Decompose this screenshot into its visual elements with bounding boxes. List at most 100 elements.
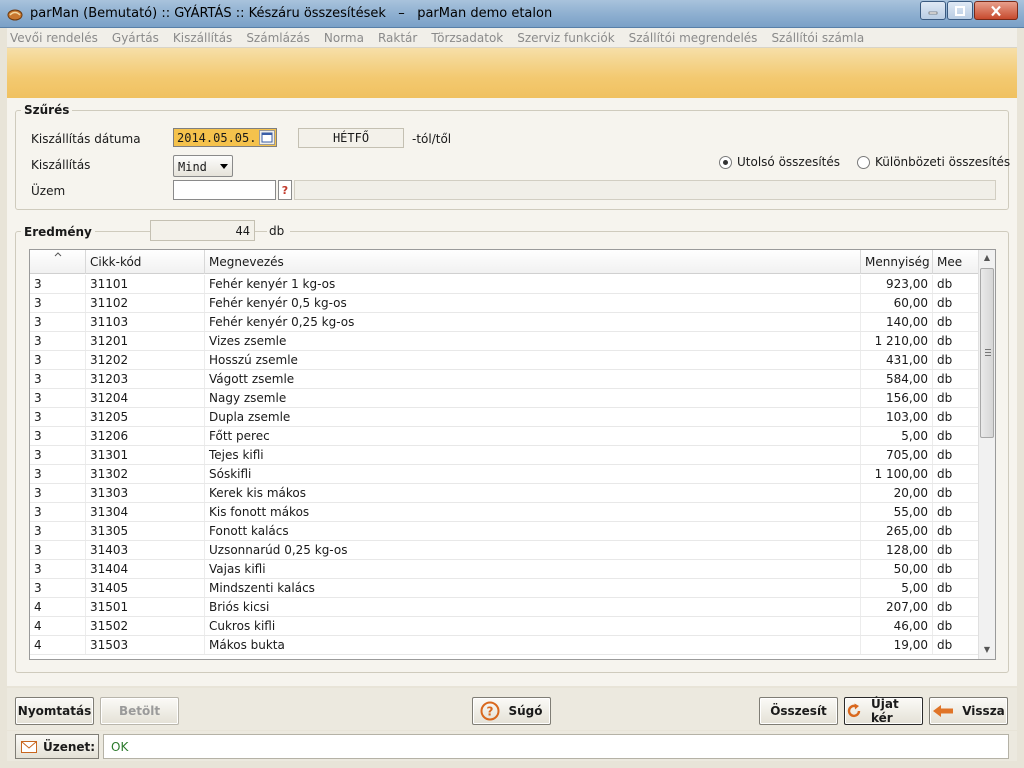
calendar-icon: [261, 132, 273, 143]
menu-item-raktar[interactable]: Raktár: [378, 31, 417, 45]
radio-last-summary-indicator[interactable]: [719, 155, 732, 169]
help-icon: ?: [480, 701, 500, 721]
row-name-cell: Vizes zsemle: [205, 332, 861, 350]
new-request-button[interactable]: Újat kér: [844, 697, 923, 725]
table-row[interactable]: 3 31405 Mindszenti kalács 5,00 db: [30, 579, 979, 598]
column-header-quantity[interactable]: Mennyiség: [861, 250, 933, 274]
scrollbar-thumb[interactable]: [980, 268, 994, 438]
row-name-cell: Kerek kis mákos: [205, 484, 861, 502]
calendar-button[interactable]: [259, 130, 275, 145]
menu-item-gyartas[interactable]: Gyártás: [112, 31, 159, 45]
table-vertical-scrollbar[interactable]: ▲ ▼: [978, 250, 995, 659]
row-group-cell: 3: [30, 332, 86, 350]
table-row[interactable]: 3 31102 Fehér kenyér 0,5 kg-os 60,00 db: [30, 294, 979, 313]
maximize-icon: [955, 5, 965, 16]
row-quantity-cell: 584,00: [861, 370, 933, 388]
row-group-cell: 3: [30, 465, 86, 483]
row-item-code-cell: 31101: [86, 275, 205, 293]
column-header-unit[interactable]: Mee: [933, 250, 979, 274]
row-item-code-cell: 31102: [86, 294, 205, 312]
delivery-select[interactable]: Mind: [173, 155, 233, 177]
table-row[interactable]: 3 31203 Vágott zsemle 584,00 db: [30, 370, 979, 389]
delivery-date-label: Kiszállítás dátuma: [31, 132, 141, 146]
close-button[interactable]: [974, 1, 1018, 20]
plant-input[interactable]: [173, 180, 276, 200]
column-header-name[interactable]: Megnevezés: [205, 250, 861, 274]
delivery-label: Kiszállítás: [31, 158, 91, 172]
scroll-down-icon[interactable]: ▼: [979, 642, 995, 659]
row-unit-cell: db: [933, 294, 979, 312]
table-row[interactable]: 3 31301 Tejes kifli 705,00 db: [30, 446, 979, 465]
plant-lookup-button[interactable]: ?: [278, 180, 292, 200]
table-row[interactable]: 3 31103 Fehér kenyér 0,25 kg-os 140,00 db: [30, 313, 979, 332]
menu-item-vevoi-rendeles[interactable]: Vevői rendelés: [10, 31, 98, 45]
table-row[interactable]: 4 31503 Mákos bukta 19,00 db: [30, 636, 979, 655]
row-name-cell: Briós kicsi: [205, 598, 861, 616]
row-unit-cell: db: [933, 617, 979, 635]
table-row[interactable]: 4 31502 Cukros kifli 46,00 db: [30, 617, 979, 636]
table-row[interactable]: 3 31404 Vajas kifli 50,00 db: [30, 560, 979, 579]
table-row[interactable]: 3 31205 Dupla zsemle 103,00 db: [30, 408, 979, 427]
radio-last-summary[interactable]: Utolsó összesítés: [719, 155, 840, 169]
row-item-code-cell: 31204: [86, 389, 205, 407]
menu-item-szallitoi-szamla[interactable]: Szállítói számla: [771, 31, 864, 45]
row-group-cell: 4: [30, 598, 86, 616]
row-group-cell: 3: [30, 408, 86, 426]
row-quantity-cell: 46,00: [861, 617, 933, 635]
back-button[interactable]: Vissza: [929, 697, 1008, 725]
refresh-icon: [845, 702, 863, 720]
minimize-button[interactable]: [920, 1, 946, 20]
table-row[interactable]: 3 31101 Fehér kenyér 1 kg-os 923,00 db: [30, 275, 979, 294]
row-item-code-cell: 31305: [86, 522, 205, 540]
menu-item-kiszallitas[interactable]: Kiszállítás: [173, 31, 232, 45]
message-button[interactable]: Üzenet:: [15, 734, 99, 759]
status-bar: Üzenet: OK: [7, 731, 1017, 761]
menu-item-szamlazas[interactable]: Számlázás: [246, 31, 310, 45]
row-unit-cell: db: [933, 541, 979, 559]
scroll-up-icon[interactable]: ▲: [979, 250, 995, 267]
close-icon: [991, 5, 1001, 16]
delivery-date-input[interactable]: 2014.05.05.: [173, 128, 277, 147]
maximize-button[interactable]: [947, 1, 973, 20]
column-header-group[interactable]: [30, 250, 86, 274]
plant-description-field: [294, 180, 996, 200]
summarize-button[interactable]: Összesít: [759, 697, 838, 725]
title-bar[interactable]: parMan (Bemutató) :: GYÁRTÁS :: Készáru …: [0, 0, 1024, 28]
menu-item-szallitoi-megrendeles[interactable]: Szállítói megrendelés: [629, 31, 758, 45]
table-row[interactable]: 4 31501 Briós kicsi 207,00 db: [30, 598, 979, 617]
table-row[interactable]: 3 31403 Uzsonnarúd 0,25 kg-os 128,00 db: [30, 541, 979, 560]
results-table[interactable]: Cikk-kód Megnevezés Mennyiség Mee 3 31101…: [29, 249, 996, 660]
row-unit-cell: db: [933, 389, 979, 407]
menu-item-szerviz-funkciok[interactable]: Szerviz funkciók: [517, 31, 614, 45]
dropdown-arrow-icon: [220, 164, 228, 169]
row-unit-cell: db: [933, 427, 979, 445]
row-group-cell: 3: [30, 294, 86, 312]
table-row[interactable]: 3 31304 Kis fonott mákos 55,00 db: [30, 503, 979, 522]
help-button[interactable]: ? Súgó: [472, 697, 551, 725]
row-group-cell: 3: [30, 275, 86, 293]
row-item-code-cell: 31502: [86, 617, 205, 635]
menu-item-torzsadatok[interactable]: Törzsadatok: [431, 31, 503, 45]
row-item-code-cell: 31203: [86, 370, 205, 388]
row-name-cell: Fehér kenyér 0,5 kg-os: [205, 294, 861, 312]
menu-item-norma[interactable]: Norma: [324, 31, 364, 45]
print-button[interactable]: Nyomtatás: [15, 697, 94, 725]
table-row[interactable]: 3 31204 Nagy zsemle 156,00 db: [30, 389, 979, 408]
row-name-cell: Kis fonott mákos: [205, 503, 861, 521]
radio-difference-summary[interactable]: Különbözeti összesítés: [857, 155, 1010, 169]
radio-difference-summary-indicator[interactable]: [857, 155, 870, 169]
table-row[interactable]: 3 31206 Főtt perec 5,00 db: [30, 427, 979, 446]
table-row[interactable]: 3 31305 Fonott kalács 265,00 db: [30, 522, 979, 541]
result-group-title: Eredmény: [21, 225, 95, 239]
table-row[interactable]: 3 31302 Sóskifli 1 100,00 db: [30, 465, 979, 484]
row-quantity-cell: 128,00: [861, 541, 933, 559]
row-name-cell: Fehér kenyér 0,25 kg-os: [205, 313, 861, 331]
column-header-item-code[interactable]: Cikk-kód: [86, 250, 205, 274]
filter-group-title: Szűrés: [21, 103, 73, 117]
row-group-cell: 3: [30, 370, 86, 388]
table-row[interactable]: 3 31202 Hosszú zsemle 431,00 db: [30, 351, 979, 370]
table-row[interactable]: 3 31303 Kerek kis mákos 20,00 db: [30, 484, 979, 503]
row-item-code-cell: 31403: [86, 541, 205, 559]
table-row[interactable]: 3 31201 Vizes zsemle 1 210,00 db: [30, 332, 979, 351]
load-button[interactable]: Betölt: [100, 697, 179, 725]
